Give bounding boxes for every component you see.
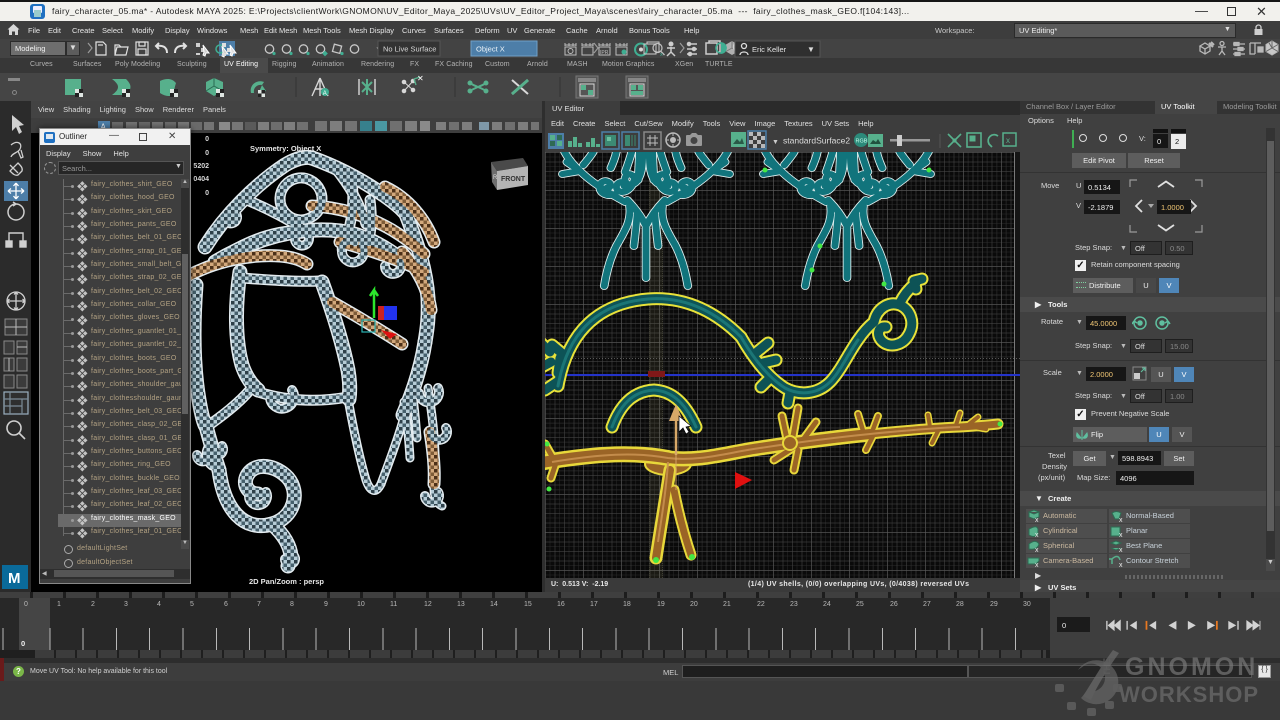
svg-text:0404: 0404: [193, 176, 209, 183]
svg-text:x: x: [1035, 517, 1039, 524]
svg-text:Symmetry: Object X: Symmetry: Object X: [250, 144, 321, 153]
svg-text:Object X: Object X: [476, 45, 505, 54]
svg-text:standardSurface2: standardSurface2: [783, 136, 850, 146]
svg-text:0: 0: [205, 150, 209, 157]
svg-text:IPR: IPR: [600, 50, 609, 56]
svg-text:2D Pan/Zoom : persp: 2D Pan/Zoom : persp: [249, 577, 324, 586]
svg-text:✕: ✕: [417, 74, 424, 83]
svg-text:x: x: [1119, 517, 1123, 524]
svg-text:No Live Surface: No Live Surface: [383, 45, 436, 54]
svg-text:M: M: [8, 570, 21, 587]
svg-text:THE: THE: [1102, 658, 1112, 676]
svg-text:▼: ▼: [807, 45, 815, 54]
svg-text:x: x: [1119, 547, 1123, 554]
svg-text:x: x: [1119, 562, 1123, 569]
svg-text:5202: 5202: [193, 163, 209, 170]
svg-text:GNOMON: GNOMON: [1125, 653, 1258, 681]
svg-text:x: x: [1006, 136, 1010, 145]
svg-text:A: A: [323, 91, 327, 97]
svg-text:x: x: [1035, 562, 1039, 569]
svg-text:x: x: [1035, 547, 1039, 554]
svg-text:WORKSHOP: WORKSHOP: [1119, 682, 1259, 707]
svg-text:0: 0: [205, 136, 209, 143]
svg-text:▼: ▼: [772, 139, 779, 146]
svg-text:RGB: RGB: [856, 139, 868, 145]
svg-text:x: x: [1035, 532, 1039, 539]
svg-text:x: x: [1119, 532, 1123, 539]
svg-text:0: 0: [205, 190, 209, 197]
svg-text:R: R: [493, 175, 498, 181]
svg-text:FRONT: FRONT: [501, 176, 526, 183]
svg-text:Eric Keller: Eric Keller: [752, 45, 787, 54]
